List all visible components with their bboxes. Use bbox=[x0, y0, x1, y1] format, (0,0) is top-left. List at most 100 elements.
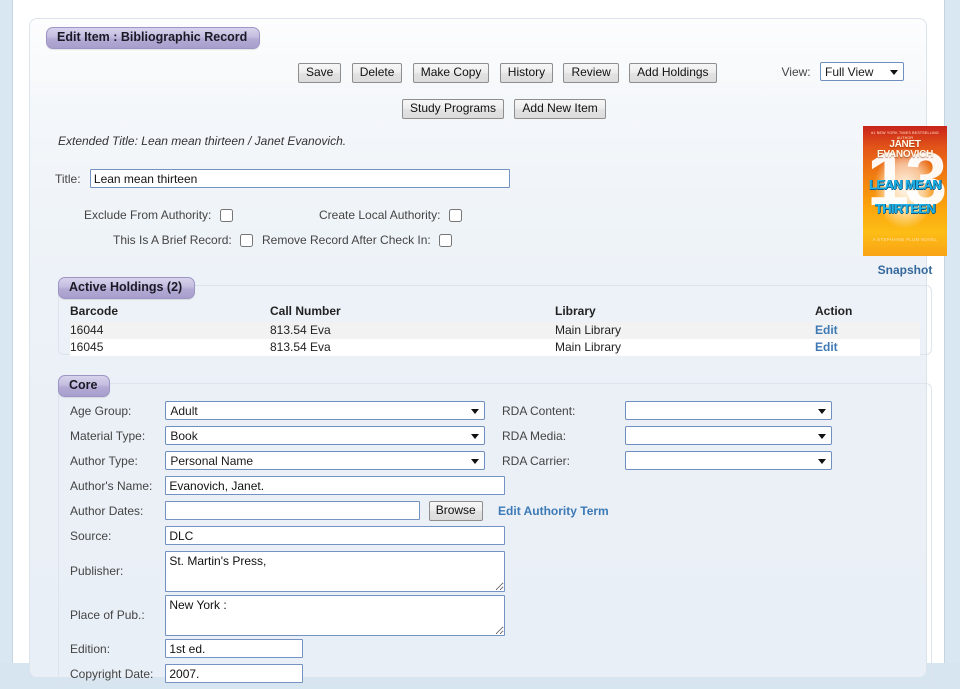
application-page: Edit Item : Bibliographic Record Save De… bbox=[0, 0, 960, 663]
rda-content-select-wrapper bbox=[625, 401, 832, 420]
edition-label: Edition: bbox=[70, 639, 162, 656]
edit-holding-link[interactable]: Edit bbox=[815, 323, 838, 337]
source-row: Source: bbox=[70, 526, 530, 551]
table-row[interactable]: 16044 813.54 Eva Main Library Edit bbox=[70, 322, 920, 339]
review-button[interactable]: Review bbox=[563, 63, 618, 83]
rda-carrier-label: RDA Carrier: bbox=[502, 451, 622, 468]
cover-art-block: #1 NEW YORK TIMES BESTSELLING AUTHOR 13 … bbox=[861, 126, 949, 277]
rda-carrier-select[interactable] bbox=[625, 451, 832, 470]
browse-button[interactable]: Browse bbox=[429, 501, 483, 521]
author-dates-label: Author Dates: bbox=[70, 501, 162, 518]
place-of-pub-textarea[interactable]: New York : bbox=[165, 595, 505, 636]
author-type-select-wrapper: Personal Name bbox=[165, 451, 485, 470]
exclude-from-authority-checkbox[interactable] bbox=[220, 209, 233, 222]
source-label: Source: bbox=[70, 526, 162, 543]
column-header-library: Library bbox=[555, 304, 815, 322]
title-label: Title: bbox=[55, 172, 81, 186]
delete-button[interactable]: Delete bbox=[352, 63, 403, 83]
holdings-table-head: Barcode Call Number Library Action bbox=[70, 304, 920, 322]
holdings-table: Barcode Call Number Library Action 16044… bbox=[70, 304, 920, 356]
place-of-pub-row: Place of Pub.: New York : bbox=[70, 595, 530, 639]
authors-name-input[interactable] bbox=[165, 476, 505, 495]
active-holdings-legend: Active Holdings (2) bbox=[58, 277, 195, 299]
title-field-row: Title: bbox=[55, 169, 510, 188]
bibliographic-record-panel: Edit Item : Bibliographic Record Save De… bbox=[29, 18, 927, 678]
exclude-from-authority-label: Exclude From Authority: bbox=[84, 208, 211, 222]
rda-carrier-row: RDA Carrier: bbox=[502, 451, 902, 476]
book-cover-image: #1 NEW YORK TIMES BESTSELLING AUTHOR 13 … bbox=[863, 126, 947, 256]
edition-input[interactable] bbox=[165, 639, 303, 658]
view-label: View: bbox=[782, 65, 811, 79]
this-is-a-brief-record-label: This Is A Brief Record: bbox=[113, 233, 232, 247]
age-group-select-wrapper: Adult bbox=[165, 401, 485, 420]
material-type-select[interactable]: Book bbox=[165, 426, 485, 445]
history-button[interactable]: History bbox=[500, 63, 553, 83]
record-flags-group: Exclude From Authority: Create Local Aut… bbox=[78, 208, 478, 258]
age-group-select[interactable]: Adult bbox=[165, 401, 485, 420]
table-row[interactable]: 16045 813.54 Eva Main Library Edit bbox=[70, 339, 920, 356]
make-copy-button[interactable]: Make Copy bbox=[413, 63, 490, 83]
authors-name-label: Author's Name: bbox=[70, 476, 162, 493]
cell-action: Edit bbox=[815, 322, 920, 339]
cover-title-line-2: THIRTEEN bbox=[863, 202, 947, 215]
rda-media-select-wrapper bbox=[625, 426, 832, 445]
page-title: Edit Item : Bibliographic Record bbox=[46, 27, 260, 49]
rda-media-select[interactable] bbox=[625, 426, 832, 445]
record-flags-row-2: This Is A Brief Record: Remove Record Af… bbox=[78, 233, 478, 258]
authors-name-row: Author's Name: bbox=[70, 476, 530, 501]
view-select-wrapper: Full View bbox=[820, 62, 904, 81]
study-programs-button[interactable]: Study Programs bbox=[402, 99, 504, 119]
source-input[interactable] bbox=[165, 526, 505, 545]
view-select[interactable]: Full View bbox=[820, 62, 904, 81]
create-local-authority-label: Create Local Authority: bbox=[319, 208, 440, 222]
author-type-select[interactable]: Personal Name bbox=[165, 451, 485, 470]
this-is-a-brief-record-checkbox[interactable] bbox=[240, 234, 253, 247]
primary-toolbar: Save Delete Make Copy History Review Add… bbox=[298, 63, 717, 83]
rda-media-label: RDA Media: bbox=[502, 426, 622, 443]
holdings-header-row: Barcode Call Number Library Action bbox=[70, 304, 920, 322]
author-dates-row: Author Dates: Browse Edit Authority Term bbox=[70, 501, 530, 526]
cell-call-number: 813.54 Eva bbox=[270, 339, 555, 356]
core-legend: Core bbox=[58, 375, 110, 397]
publisher-row: Publisher: St. Martin's Press, bbox=[70, 551, 530, 595]
remove-record-after-check-in-checkbox[interactable] bbox=[439, 234, 452, 247]
create-local-authority-field: Create Local Authority: bbox=[319, 208, 462, 222]
exclude-from-authority-field: Exclude From Authority: bbox=[84, 208, 233, 222]
rda-content-row: RDA Content: bbox=[502, 401, 902, 426]
place-of-pub-label: Place of Pub.: bbox=[70, 595, 162, 622]
publisher-textarea[interactable]: St. Martin's Press, bbox=[165, 551, 505, 592]
core-left-column: Age Group: Adult Material Type: Book bbox=[70, 401, 530, 689]
title-input[interactable] bbox=[90, 169, 510, 188]
rda-content-select[interactable] bbox=[625, 401, 832, 420]
add-new-item-button[interactable]: Add New Item bbox=[514, 99, 605, 119]
snapshot-link[interactable]: Snapshot bbox=[861, 263, 949, 277]
rda-media-row: RDA Media: bbox=[502, 426, 902, 451]
remove-record-after-check-in-label: Remove Record After Check In: bbox=[262, 233, 431, 247]
page-content-area: Edit Item : Bibliographic Record Save De… bbox=[12, 0, 945, 663]
cell-barcode: 16044 bbox=[70, 322, 270, 339]
add-holdings-button[interactable]: Add Holdings bbox=[629, 63, 716, 83]
column-header-barcode: Barcode bbox=[70, 304, 270, 322]
brief-record-field: This Is A Brief Record: bbox=[113, 233, 253, 247]
column-header-action: Action bbox=[815, 304, 920, 322]
author-dates-input[interactable] bbox=[165, 501, 420, 520]
copyright-date-input[interactable] bbox=[165, 664, 303, 683]
cell-call-number: 813.54 Eva bbox=[270, 322, 555, 339]
cell-action: Edit bbox=[815, 339, 920, 356]
copyright-date-row: Copyright Date: bbox=[70, 664, 530, 689]
save-button[interactable]: Save bbox=[298, 63, 341, 83]
create-local-authority-checkbox[interactable] bbox=[449, 209, 462, 222]
remove-record-after-check-in-field: Remove Record After Check In: bbox=[262, 233, 452, 247]
material-type-select-wrapper: Book bbox=[165, 426, 485, 445]
column-header-call-number: Call Number bbox=[270, 304, 555, 322]
rda-carrier-select-wrapper bbox=[625, 451, 832, 470]
cell-barcode: 16045 bbox=[70, 339, 270, 356]
edit-authority-term-link[interactable]: Edit Authority Term bbox=[498, 501, 609, 518]
age-group-row: Age Group: Adult bbox=[70, 401, 530, 426]
material-type-label: Material Type: bbox=[70, 426, 162, 443]
publisher-label: Publisher: bbox=[70, 551, 162, 578]
view-selector: View: Full View bbox=[782, 62, 904, 81]
author-type-label: Author Type: bbox=[70, 451, 162, 468]
edit-holding-link[interactable]: Edit bbox=[815, 340, 838, 354]
edition-row: Edition: bbox=[70, 639, 530, 664]
